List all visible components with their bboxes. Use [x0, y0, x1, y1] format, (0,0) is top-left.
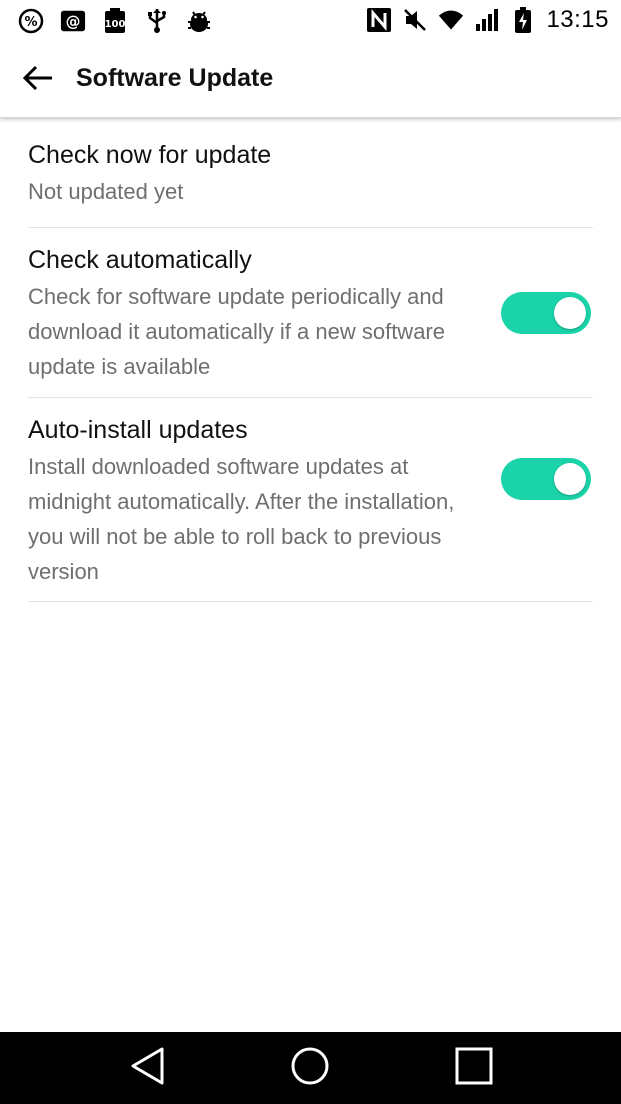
battery-100-icon: 100 [102, 8, 128, 34]
nav-bar [0, 1032, 621, 1104]
recents-square-icon [454, 1046, 494, 1091]
home-circle-icon [289, 1045, 331, 1092]
android-debug-icon [186, 8, 212, 34]
signal-icon [474, 7, 500, 33]
back-button[interactable] [18, 60, 58, 100]
item-subtitle: Not updated yet [28, 179, 184, 204]
nfc-icon [366, 7, 392, 33]
svg-text:%: % [24, 15, 37, 30]
toggle-knob [554, 297, 586, 329]
item-subtitle: Check for software update periodically a… [28, 284, 445, 379]
status-bar: % @ 100 13:15 [0, 0, 621, 42]
page-title: Software Update [76, 64, 274, 92]
data-saver-icon: % [18, 8, 44, 34]
item-subtitle: Install downloaded software updates at m… [28, 454, 455, 584]
mute-icon [402, 7, 428, 33]
svg-text:100: 100 [105, 19, 126, 30]
status-clock: 13:15 [546, 6, 609, 33]
nav-recents-button[interactable] [452, 1046, 496, 1090]
check-now-item[interactable]: Check now for update Not updated yet [28, 119, 593, 228]
nav-home-button[interactable] [288, 1046, 332, 1090]
auto-install-item[interactable]: Auto-install updates Install downloaded … [28, 398, 593, 602]
arrow-left-icon [22, 64, 54, 97]
back-triangle-icon [128, 1046, 168, 1091]
wifi-icon [438, 7, 464, 33]
battery-charging-icon [510, 7, 536, 33]
settings-list: Check now for update Not updated yet Che… [0, 119, 621, 602]
item-title: Check automatically [28, 246, 252, 274]
auto-install-toggle[interactable] [501, 458, 591, 500]
app-bar: Software Update [0, 42, 621, 118]
item-title: Auto-install updates [28, 416, 248, 444]
toggle-knob [554, 463, 586, 495]
item-title: Check now for update [28, 141, 272, 169]
status-left-icons: % @ 100 [18, 8, 212, 34]
nav-back-button[interactable] [126, 1046, 170, 1090]
usb-icon [144, 8, 170, 34]
check-automatically-toggle[interactable] [501, 292, 591, 334]
status-right-icons: 13:15 [366, 6, 609, 34]
email-icon: @ [60, 8, 86, 34]
svg-text:@: @ [66, 13, 81, 31]
check-automatically-item[interactable]: Check automatically Check for software u… [28, 228, 593, 398]
